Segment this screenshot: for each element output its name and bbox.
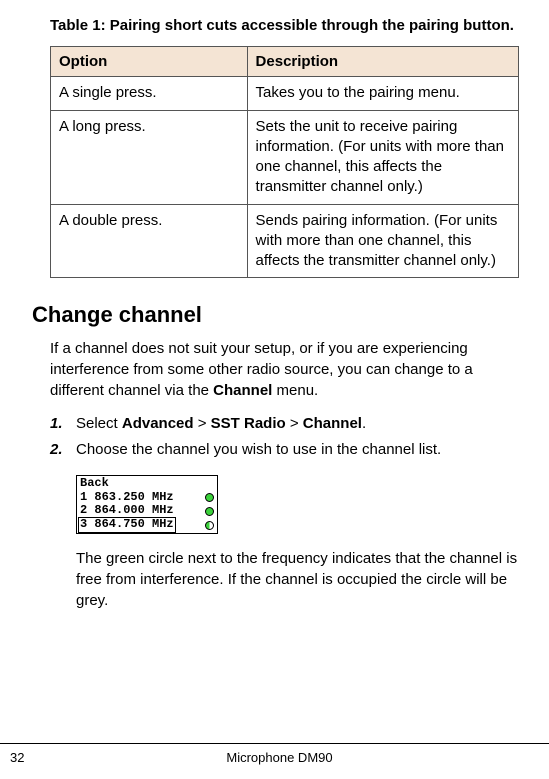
section-intro: If a channel does not suit your setup, o… — [50, 338, 519, 401]
table-row: A double press. Sends pairing informatio… — [51, 204, 519, 278]
table-row: A long press. Sets the unit to receive p… — [51, 110, 519, 204]
page-number: 32 — [0, 750, 60, 765]
step-number: 2. — [50, 439, 76, 461]
cell-description: Sends pairing information. (For units wi… — [247, 204, 518, 278]
page-footer: 32 Microphone DM90 — [0, 743, 549, 765]
cell-option: A long press. — [51, 110, 248, 204]
lcd-channel-row: 2 864.000 MHz — [77, 504, 217, 518]
section-heading: Change channel — [32, 302, 519, 328]
status-dot-icon — [205, 521, 214, 530]
lcd-back-label: Back — [80, 477, 109, 491]
table-header-option: Option — [51, 47, 248, 77]
step1-sstradio: SST Radio — [211, 415, 286, 432]
lcd-channel-label: 2 864.000 MHz — [80, 504, 174, 518]
cell-description: Sets the unit to receive pairing informa… — [247, 110, 518, 204]
lcd-channel-row-selected: 3 864.750 MHz — [77, 518, 217, 532]
step-2: 2. Choose the channel you wish to use in… — [50, 439, 519, 461]
table-row: A single press. Takes you to the pairing… — [51, 77, 519, 110]
lcd-channel-row: 1 863.250 MHz — [77, 491, 217, 505]
step1-sep2: > — [286, 415, 303, 432]
step-text: Select Advanced > SST Radio > Channel. — [76, 413, 519, 435]
footer-title: Microphone DM90 — [60, 750, 499, 765]
lcd-channel-label: 3 864.750 MHz — [79, 518, 175, 532]
pairing-table: Option Description A single press. Takes… — [50, 46, 519, 278]
steps-list: 1. Select Advanced > SST Radio > Channel… — [50, 413, 519, 461]
step1-select: Select — [76, 415, 122, 432]
cell-description: Takes you to the pairing menu. — [247, 77, 518, 110]
step1-advanced: Advanced — [122, 415, 194, 432]
step-1: 1. Select Advanced > SST Radio > Channel… — [50, 413, 519, 435]
table-caption: Table 1: Pairing short cuts accessible t… — [50, 16, 519, 36]
cell-option: A double press. — [51, 204, 248, 278]
step1-sep1: > — [194, 415, 211, 432]
table-header-description: Description — [247, 47, 518, 77]
intro-bold: Channel — [213, 382, 272, 399]
step-number: 1. — [50, 413, 76, 435]
intro-text-post: menu. — [272, 382, 318, 399]
step-text: Choose the channel you wish to use in th… — [76, 439, 519, 461]
channel-list-display: Back 1 863.250 MHz 2 864.000 MHz 3 864.7… — [76, 475, 218, 534]
channel-status-explainer: The green circle next to the frequency i… — [76, 548, 519, 611]
lcd-channel-label: 1 863.250 MHz — [80, 491, 174, 505]
lcd-back-row: Back — [77, 477, 217, 491]
status-dot-icon — [205, 493, 214, 502]
status-dot-icon — [205, 507, 214, 516]
cell-option: A single press. — [51, 77, 248, 110]
step1-channel: Channel — [303, 415, 362, 432]
step1-end: . — [362, 415, 366, 432]
